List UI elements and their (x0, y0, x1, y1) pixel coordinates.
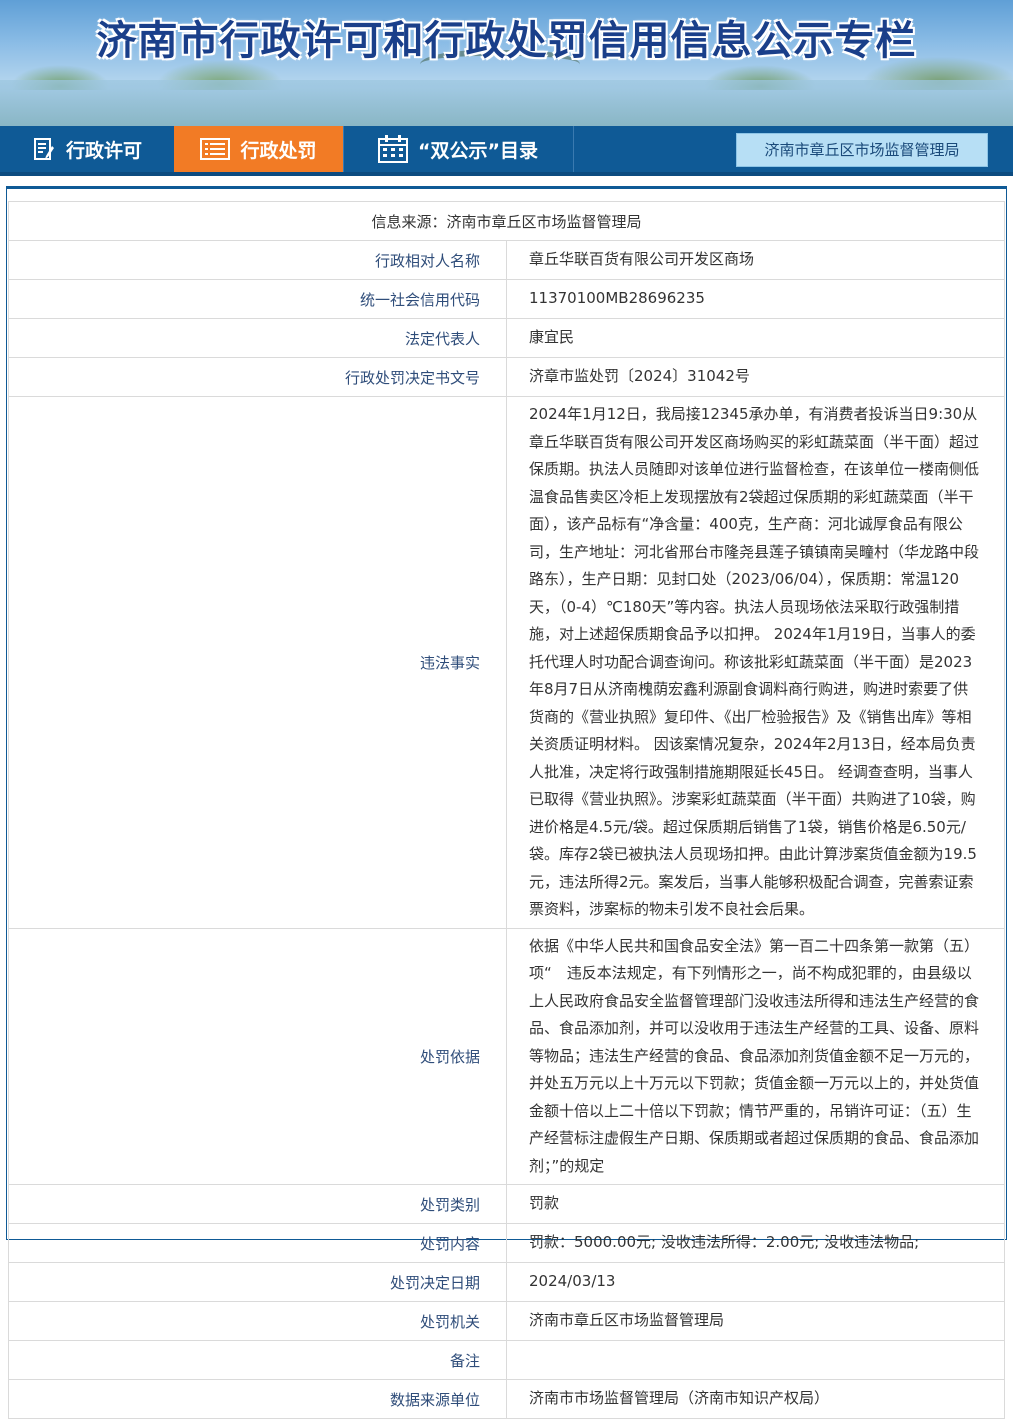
field-label: 统一社会信用代码 (8, 279, 507, 319)
table-row: 法定代表人 康宜民 (8, 318, 1005, 358)
nav-tab-dual-publicity[interactable]: “双公示”目录 (343, 126, 573, 172)
nav-tab-punish-label: 行政处罚 (240, 139, 317, 162)
table-row: 处罚内容 罚款：5000.00元; 没收违法所得：2.00元; 没收违法物品; (8, 1223, 1005, 1263)
calendar-icon (378, 135, 408, 163)
field-value: 济南市市场监督管理局（济南市知识产权局） (506, 1379, 1005, 1419)
table-row: 行政相对人名称 章丘华联百货有限公司开发区商场 (8, 240, 1005, 280)
header-banner: 济南市行政许可和行政处罚信用信息公示专栏 (0, 0, 1013, 126)
field-value: 依据《中华人民共和国食品安全法》第一百二十四条第一款第（五）项“ 违反本法规定，… (506, 927, 1005, 1185)
table-row: 行政处罚决定书文号 济章市监处罚〔2024〕31042号 (8, 357, 1005, 397)
nav-tab-permit[interactable]: 行政许可 (0, 126, 174, 172)
list-icon (200, 138, 231, 160)
field-value: 2024年1月12日，我局接12345承办单，有消费者投诉当日9:30从章丘华联… (506, 396, 1005, 929)
field-value: 济章市监处罚〔2024〕31042号 (506, 357, 1005, 397)
table-row: 数据来源单位 济南市市场监督管理局（济南市知识产权局） (8, 1379, 1005, 1419)
nav-tab-permit-label: 行政许可 (65, 139, 142, 162)
site-title: 济南市行政许可和行政处罚信用信息公示专栏 (96, 18, 917, 64)
field-value: 罚款 (506, 1184, 1005, 1224)
field-value: 济南市章丘区市场监督管理局 (506, 1301, 1005, 1341)
nav-tab-dual-publicity-label: “双公示”目录 (418, 139, 538, 162)
field-value: 章丘华联百货有限公司开发区商场 (506, 240, 1005, 280)
info-source: 信息来源：济南市章丘区市场监督管理局 (8, 201, 1005, 241)
field-label: 行政相对人名称 (8, 240, 507, 280)
agency-button[interactable]: 济南市章丘区市场监督管理局 (736, 133, 988, 167)
field-value: 罚款：5000.00元; 没收违法所得：2.00元; 没收违法物品; (506, 1223, 1005, 1263)
field-value (506, 1340, 1005, 1380)
table-row: 处罚机关 济南市章丘区市场监督管理局 (8, 1301, 1005, 1341)
table-row: 处罚决定日期 2024/03/13 (8, 1262, 1005, 1302)
field-label: 处罚依据 (8, 927, 507, 1185)
field-label: 处罚内容 (8, 1223, 507, 1263)
document-edit-icon (32, 137, 56, 161)
penalty-record-table: 信息来源：济南市章丘区市场监督管理局 行政相对人名称 章丘华联百货有限公司开发区… (8, 201, 1005, 1419)
field-label: 数据来源单位 (8, 1379, 507, 1419)
table-row: 处罚依据 依据《中华人民共和国食品安全法》第一百二十四条第一款第（五）项“ 违反… (8, 927, 1005, 1185)
field-value: 康宜民 (506, 318, 1005, 358)
field-label: 处罚决定日期 (8, 1262, 507, 1302)
field-label: 行政处罚决定书文号 (8, 357, 507, 397)
table-row: 违法事实 2024年1月12日，我局接12345承办单，有消费者投诉当日9:30… (8, 396, 1005, 929)
table-row: 备注 (8, 1340, 1005, 1380)
banner-water-decoration (0, 80, 1013, 126)
table-row: 统一社会信用代码 11370100MB28696235 (8, 279, 1005, 319)
field-value: 11370100MB28696235 (506, 279, 1005, 319)
field-value: 2024/03/13 (506, 1262, 1005, 1302)
field-label: 处罚机关 (8, 1301, 507, 1341)
field-label: 备注 (8, 1340, 507, 1380)
field-label: 法定代表人 (8, 318, 507, 358)
field-label: 违法事实 (8, 396, 507, 929)
main-nav: 行政许可 行政处罚 “双公示”目录 济南市章丘区市场监督管理局 (0, 126, 1013, 176)
nav-divider (573, 126, 574, 172)
table-row: 处罚类别 罚款 (8, 1184, 1005, 1224)
table-row: 信息来源：济南市章丘区市场监督管理局 (8, 201, 1005, 241)
nav-tab-punish[interactable]: 行政处罚 (174, 126, 343, 172)
field-label: 处罚类别 (8, 1184, 507, 1224)
